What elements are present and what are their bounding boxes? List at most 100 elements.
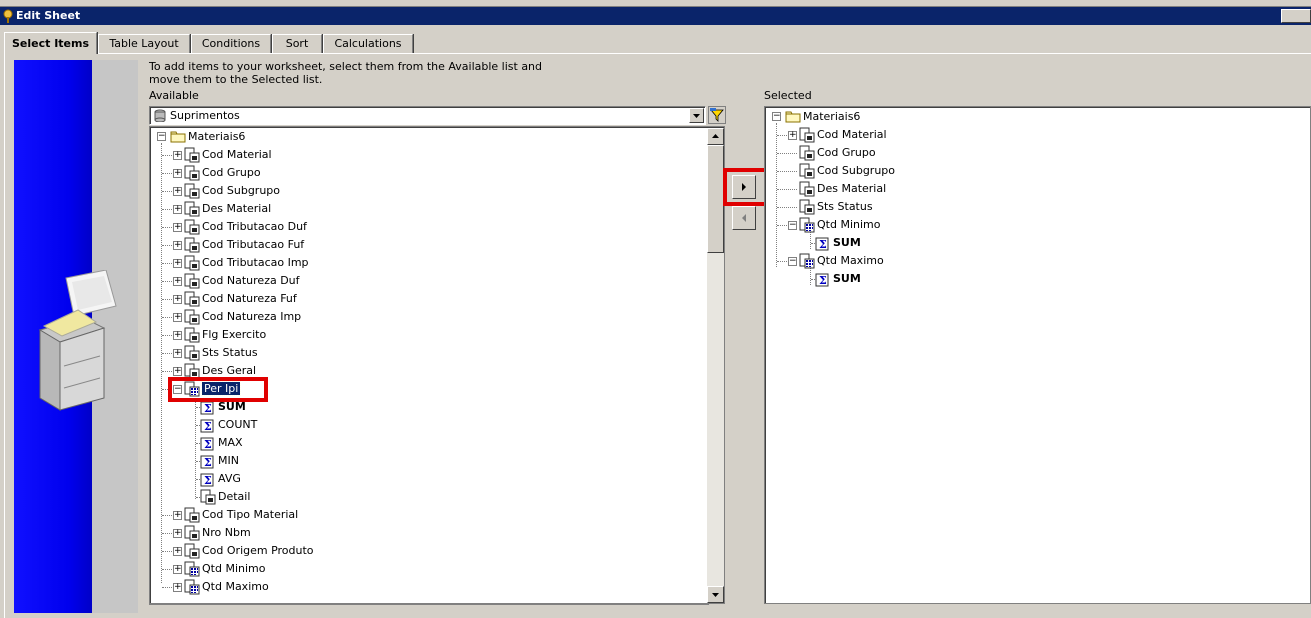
tree-item-label: Sts Status [817, 200, 873, 213]
expand-icon[interactable]: + [173, 565, 182, 574]
available-tree-item[interactable]: + Cod Tributacao Imp [150, 254, 670, 272]
tree-item-label: Cod Material [817, 128, 887, 141]
available-tree[interactable]: − Materiais6 + Cod Material + Cod Grupo + Cod… [149, 126, 725, 604]
scroll-down-button[interactable] [707, 586, 724, 603]
status-divider [149, 604, 709, 617]
collapse-icon[interactable]: − [788, 221, 797, 230]
available-tree-item[interactable]: Detail [150, 488, 670, 506]
selected-tree-item[interactable]: + Cod Material [765, 126, 1285, 144]
expand-icon[interactable]: + [173, 223, 182, 232]
selected-tree-item[interactable]: Des Material [765, 180, 1285, 198]
tab-select-items[interactable]: Select Items [4, 32, 97, 54]
expand-icon[interactable]: + [173, 529, 182, 538]
available-tree-item[interactable]: + Flg Exercito [150, 326, 670, 344]
selected-tree[interactable]: − Materiais6 + Cod Material Cod Grupo Cod S… [764, 106, 1311, 604]
available-tree-item[interactable]: Σ MAX [150, 434, 670, 452]
svg-text:Σ: Σ [204, 474, 212, 487]
available-tree-item[interactable]: Σ COUNT [150, 416, 670, 434]
tree-root-available[interactable]: − Materiais6 [154, 128, 454, 146]
tree-item-label: Cod Material [202, 148, 272, 161]
available-scrollbar[interactable] [707, 128, 724, 603]
title-bar: Edit Sheet [0, 7, 1311, 25]
expand-icon[interactable]: + [173, 259, 182, 268]
app-icon [3, 9, 13, 23]
tree-item-label: Cod Subgrupo [202, 184, 281, 197]
numeric-item-icon [184, 579, 200, 601]
expand-icon[interactable]: + [173, 349, 182, 358]
expand-icon[interactable]: + [788, 131, 797, 140]
selected-tree-item[interactable]: Cod Subgrupo [765, 162, 1285, 180]
tree-item-label: Cod Tributacao Fuf [202, 238, 305, 251]
expand-icon[interactable]: + [173, 295, 182, 304]
selected-tree-item[interactable]: Cod Grupo [765, 144, 1285, 162]
available-tree-item[interactable]: + Nro Nbm [150, 524, 670, 542]
tree-item-label: Cod Natureza Duf [202, 274, 300, 287]
available-label: Available [149, 89, 199, 102]
business-area-value: Suprimentos [170, 109, 240, 122]
tree-item-label: Cod Subgrupo [817, 164, 896, 177]
available-tree-item[interactable]: + Cod Origem Produto [150, 542, 670, 560]
tree-item-label: Flg Exercito [202, 328, 267, 341]
tree-root-selected[interactable]: − Materiais6 [769, 108, 1069, 126]
scroll-up-button[interactable] [707, 128, 724, 145]
expand-icon[interactable]: + [173, 313, 182, 322]
selected-tree-item[interactable]: Σ SUM [765, 234, 1285, 252]
selected-label: Selected [764, 89, 812, 102]
available-tree-item[interactable]: Σ AVG [150, 470, 670, 488]
available-tree-item[interactable]: + Cod Tipo Material [150, 506, 670, 524]
collapse-icon[interactable]: − [788, 257, 797, 266]
expand-icon[interactable]: + [173, 205, 182, 214]
window-control-button[interactable] [1281, 9, 1311, 23]
scroll-thumb[interactable] [707, 145, 724, 253]
tab-sort[interactable]: Sort [272, 34, 322, 53]
available-tree-item[interactable]: + Cod Natureza Duf [150, 272, 670, 290]
expand-icon[interactable]: + [173, 367, 182, 376]
filter-icon[interactable] [708, 106, 726, 124]
selected-tree-item[interactable]: Σ SUM [765, 270, 1285, 288]
available-tree-item[interactable]: Σ MIN [150, 452, 670, 470]
expand-icon[interactable]: + [173, 547, 182, 556]
expand-icon[interactable]: + [173, 151, 182, 160]
business-area-select[interactable]: Suprimentos [149, 106, 706, 125]
available-tree-item[interactable]: + Cod Subgrupo [150, 182, 670, 200]
chevron-down-icon[interactable] [689, 108, 704, 123]
available-tree-item[interactable]: + Qtd Minimo [150, 560, 670, 578]
highlight-per-ipi [168, 377, 268, 402]
expand-icon[interactable]: + [173, 169, 182, 178]
expand-icon[interactable]: + [173, 511, 182, 520]
tree-root-label: Materiais6 [188, 130, 246, 143]
available-tree-item[interactable]: + Cod Tributacao Duf [150, 218, 670, 236]
available-tree-item[interactable]: + Cod Natureza Fuf [150, 290, 670, 308]
available-tree-item[interactable]: + Cod Grupo [150, 164, 670, 182]
tab-table-layout[interactable]: Table Layout [98, 34, 190, 53]
available-tree-item[interactable]: + Des Material [150, 200, 670, 218]
tree-item-label: AVG [218, 472, 241, 485]
svg-text:Σ: Σ [819, 274, 827, 287]
arrow-left-icon [742, 214, 746, 222]
available-tree-item[interactable]: + Cod Tributacao Fuf [150, 236, 670, 254]
svg-text:Σ: Σ [204, 438, 212, 451]
tab-conditions[interactable]: Conditions [191, 34, 271, 53]
expand-icon[interactable]: + [173, 241, 182, 250]
tree-root-label: Materiais6 [803, 110, 861, 123]
tree-item-label: Sts Status [202, 346, 258, 359]
expand-icon[interactable]: + [173, 277, 182, 286]
remove-from-selected-button[interactable] [732, 206, 756, 230]
expand-icon[interactable]: + [173, 187, 182, 196]
available-tree-item[interactable]: + Cod Material [150, 146, 670, 164]
expand-icon[interactable]: + [173, 583, 182, 592]
selected-tree-item[interactable]: − Qtd Maximo [765, 252, 1285, 270]
wizard-illustration [14, 60, 138, 613]
tree-item-label: Cod Natureza Fuf [202, 292, 297, 305]
tree-item-label: SUM [833, 272, 861, 285]
business-area-icon [154, 109, 166, 122]
selected-tree-item[interactable]: − Qtd Minimo [765, 216, 1285, 234]
available-tree-item[interactable]: + Cod Natureza Imp [150, 308, 670, 326]
selected-tree-item[interactable]: Sts Status [765, 198, 1285, 216]
tree-item-label: Cod Tributacao Duf [202, 220, 307, 233]
svg-text:Σ: Σ [204, 456, 212, 469]
available-tree-item[interactable]: + Sts Status [150, 344, 670, 362]
expand-icon[interactable]: + [173, 331, 182, 340]
tab-calculations[interactable]: Calculations [323, 34, 413, 53]
available-tree-item[interactable]: + Qtd Maximo [150, 578, 670, 596]
